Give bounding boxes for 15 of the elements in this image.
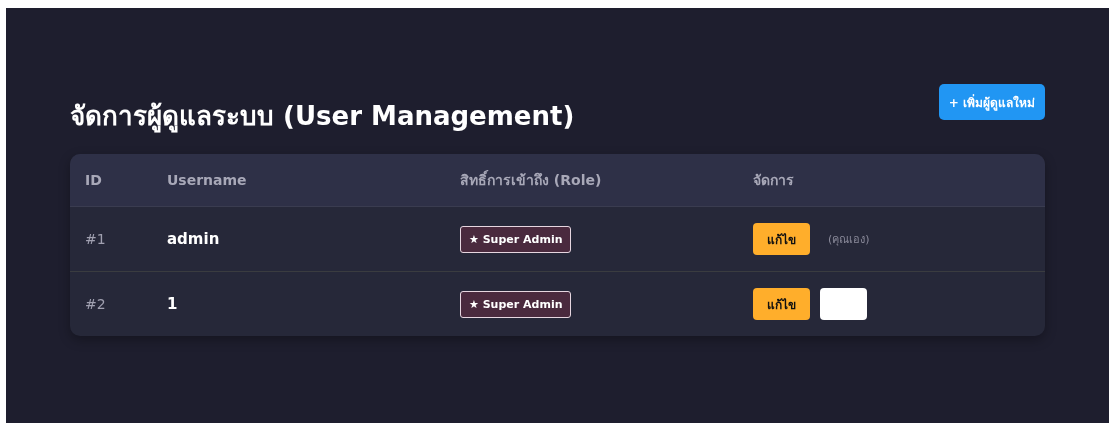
- edit-button[interactable]: แก้ไข: [753, 288, 810, 320]
- column-header: Username: [167, 172, 248, 188]
- self-note: (คุณเอง): [828, 232, 870, 248]
- column-header: จัดการ: [753, 171, 795, 190]
- username-cell-text: 1: [167, 295, 179, 313]
- id-cell-text: #1: [84, 231, 107, 247]
- edit-button[interactable]: แก้ไข: [753, 223, 810, 255]
- role-badge: ★ Super Admin: [460, 225, 572, 253]
- column-header: ID: [84, 172, 103, 188]
- username-cell-text: admin: [167, 230, 221, 248]
- role-badge: ★ Super Admin: [460, 290, 572, 318]
- column-header: สิทธิ์การเข้าถึง (Role): [460, 169, 603, 190]
- blank-button[interactable]: [820, 288, 867, 320]
- id-cell-text: #2: [84, 296, 107, 312]
- page-title: จัดการผู้ดูแลระบบ (User Management): [70, 100, 575, 135]
